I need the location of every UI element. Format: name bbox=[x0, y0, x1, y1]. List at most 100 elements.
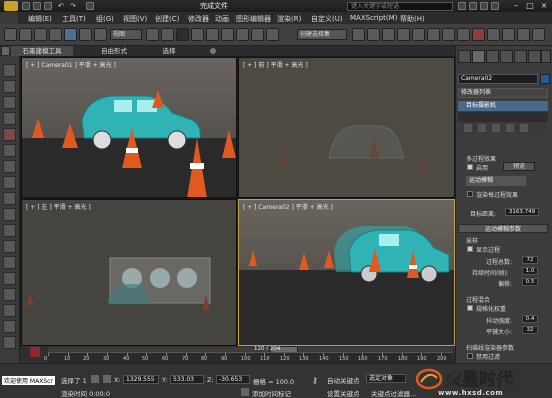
lt-tool-8-icon[interactable] bbox=[3, 176, 16, 189]
object-name-field[interactable]: Camera02 bbox=[458, 74, 538, 84]
project-folder-icon[interactable] bbox=[86, 2, 94, 10]
lt-tool-10-icon[interactable] bbox=[3, 208, 16, 221]
lt-tool-4-icon[interactable] bbox=[3, 112, 16, 125]
key-selection-dropdown[interactable]: 选定对象 bbox=[366, 374, 406, 383]
pivot-icon[interactable] bbox=[146, 28, 159, 41]
remove-modifier-icon[interactable] bbox=[506, 124, 514, 132]
edit-named-selection-icon[interactable] bbox=[251, 28, 264, 41]
time-tag-icon[interactable] bbox=[241, 388, 249, 396]
menu-rendering[interactable]: 渲染(R) bbox=[277, 14, 301, 24]
tab-freeform[interactable]: 自由形式 bbox=[90, 46, 138, 56]
open-file-icon[interactable] bbox=[33, 2, 41, 10]
scale-icon[interactable] bbox=[94, 28, 107, 41]
align-icon[interactable] bbox=[367, 28, 380, 41]
total-passes-spinner[interactable]: 72 bbox=[522, 256, 538, 264]
duration-spinner[interactable]: 1.0 bbox=[522, 267, 538, 275]
select-object-icon[interactable] bbox=[49, 28, 62, 41]
modifier-stack-item[interactable]: 目标摄影机 bbox=[458, 101, 548, 111]
angle-snap-icon[interactable] bbox=[206, 28, 219, 41]
maximize-icon[interactable]: □ bbox=[524, 1, 536, 11]
set-key-button[interactable]: 设置关键点 bbox=[327, 388, 360, 398]
key-filters-button[interactable]: 关键点过滤器... bbox=[371, 388, 416, 398]
motion-tab-icon[interactable] bbox=[500, 50, 513, 63]
menu-animation[interactable]: 动画 bbox=[215, 14, 229, 24]
create-tab-icon[interactable] bbox=[458, 50, 471, 63]
help-icon[interactable] bbox=[491, 2, 499, 10]
modifier-stack-list[interactable] bbox=[458, 112, 548, 122]
lt-tool-13-icon[interactable] bbox=[3, 256, 16, 269]
display-tab-icon[interactable] bbox=[514, 50, 527, 63]
viewport-camera02[interactable]: [ + ] Camera02 ] 平滑 + 高光 ] bbox=[238, 199, 455, 346]
named-selection-icon[interactable] bbox=[266, 28, 279, 41]
lt-tool-17-icon[interactable] bbox=[3, 320, 16, 333]
tile-size-spinner[interactable]: 32 bbox=[522, 326, 538, 334]
dither-strength-spinner[interactable]: 0.4 bbox=[522, 315, 538, 323]
schematic-view-icon[interactable] bbox=[427, 28, 440, 41]
curve-editor-icon[interactable] bbox=[412, 28, 425, 41]
lt-tool-15-icon[interactable] bbox=[3, 288, 16, 301]
panel-more-icon[interactable] bbox=[541, 50, 551, 63]
spinner-snap-icon[interactable] bbox=[236, 28, 249, 41]
menu-views[interactable]: 视图(V) bbox=[123, 14, 147, 24]
lt-tool-3-icon[interactable] bbox=[3, 96, 16, 109]
maxscript-listener[interactable]: 欢迎使用 MAXScr bbox=[2, 376, 55, 385]
menu-customize[interactable]: 自定义(U) bbox=[311, 14, 343, 24]
undo-icon[interactable]: ↶ bbox=[58, 2, 66, 10]
keyboard-shortcut-icon[interactable] bbox=[176, 28, 189, 41]
lt-tool-18-icon[interactable] bbox=[3, 336, 16, 349]
lt-tool-1-icon[interactable] bbox=[3, 64, 16, 77]
modify-tab-icon[interactable] bbox=[472, 50, 485, 63]
viewport-label[interactable]: [ + ] 前 ] 平滑 + 高光 ] bbox=[243, 60, 308, 69]
percent-snap-icon[interactable] bbox=[221, 28, 234, 41]
communication-icon[interactable] bbox=[480, 2, 488, 10]
lt-tool-9-icon[interactable] bbox=[3, 192, 16, 205]
menu-edit[interactable]: 编辑(E) bbox=[28, 14, 52, 24]
effect-dropdown[interactable]: 运动模糊 bbox=[466, 176, 526, 186]
viewport-label[interactable]: [ + ] Camera02 ] 平滑 + 高光 ] bbox=[243, 202, 333, 211]
ribbon-toggle-icon[interactable] bbox=[2, 47, 9, 55]
add-time-tag[interactable]: 添加时间标记 bbox=[252, 388, 291, 398]
configure-sets-icon[interactable] bbox=[520, 124, 528, 132]
auto-key-button[interactable]: 自动关键点 bbox=[327, 375, 360, 385]
ribbon-options-icon[interactable] bbox=[210, 48, 216, 54]
x-coordinate-field[interactable]: 1329.555 bbox=[123, 375, 159, 384]
save-file-icon[interactable] bbox=[44, 2, 52, 10]
undo-toolbar-icon[interactable] bbox=[4, 28, 17, 41]
menu-create[interactable]: 创建(C) bbox=[155, 14, 179, 24]
menu-maxscript[interactable]: MAXScript(M) bbox=[350, 14, 397, 22]
menu-group[interactable]: 组(G) bbox=[96, 14, 114, 24]
key-icon[interactable]: ⚷ bbox=[312, 376, 318, 385]
lock-selection-icon[interactable] bbox=[91, 375, 99, 383]
rendered-frame-window-icon[interactable] bbox=[472, 28, 485, 41]
graphite-toggle-icon[interactable] bbox=[397, 28, 410, 41]
reference-coordinate-dropdown[interactable]: 视图 bbox=[110, 29, 142, 40]
link-icon[interactable] bbox=[19, 28, 32, 41]
lt-tool-6-icon[interactable] bbox=[3, 144, 16, 157]
lt-tool-2-icon[interactable] bbox=[3, 80, 16, 93]
move-icon[interactable] bbox=[64, 28, 77, 41]
menu-graph-editors[interactable]: 图形编辑器 bbox=[236, 14, 271, 24]
lt-tool-7-icon[interactable] bbox=[3, 160, 16, 173]
redo-icon[interactable]: ↷ bbox=[70, 2, 78, 10]
render-iterative-icon[interactable] bbox=[502, 28, 515, 41]
viewport-label[interactable]: [ + ] 左 ] 平滑 + 高光 ] bbox=[26, 202, 91, 211]
viewport-label[interactable]: [ + ] Camera01 ] 平滑 + 高光 ] bbox=[26, 60, 116, 69]
show-end-result-icon[interactable] bbox=[478, 124, 486, 132]
render-production-icon[interactable] bbox=[487, 28, 500, 41]
app-logo-icon[interactable] bbox=[4, 1, 18, 11]
render-active-shade-icon[interactable] bbox=[517, 28, 530, 41]
unlink-icon[interactable] bbox=[34, 28, 47, 41]
lt-tool-5-icon[interactable] bbox=[3, 128, 16, 141]
modifier-list-dropdown[interactable]: 修改器列表 bbox=[458, 88, 548, 98]
bias-spinner[interactable]: 0.5 bbox=[522, 278, 538, 286]
render-setup-icon[interactable] bbox=[457, 28, 470, 41]
snap-3d-icon[interactable] bbox=[191, 28, 204, 41]
enable-checkbox[interactable] bbox=[467, 164, 473, 170]
normalize-weights-checkbox[interactable] bbox=[467, 305, 473, 311]
timeline-key-mode-icon[interactable] bbox=[30, 347, 40, 357]
select-manipulate-icon[interactable] bbox=[161, 28, 174, 41]
viewport-left[interactable]: [ + ] 左 ] 平滑 + 高光 ] bbox=[21, 199, 237, 346]
hierarchy-tab-icon[interactable] bbox=[486, 50, 499, 63]
absolute-mode-icon[interactable] bbox=[103, 375, 111, 383]
y-coordinate-field[interactable]: 533.03 bbox=[170, 375, 204, 384]
